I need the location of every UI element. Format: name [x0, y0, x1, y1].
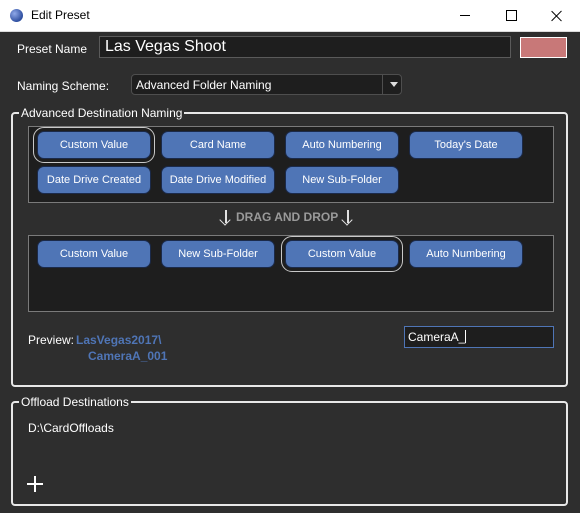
maximize-icon [505, 10, 517, 21]
token-date-drive-created[interactable]: Date Drive Created [37, 166, 151, 194]
dropdown-divider [382, 75, 383, 94]
advanced-naming-group: Advanced Destination Naming Custom Value… [11, 105, 568, 387]
arrow-down-icon [220, 210, 232, 224]
advanced-naming-legend: Advanced Destination Naming [19, 105, 185, 121]
arrow-down-icon [342, 210, 354, 224]
naming-scheme-value: Advanced Folder Naming [136, 78, 272, 92]
token-card-name[interactable]: Card Name [161, 131, 275, 159]
preset-color-swatch[interactable] [520, 37, 567, 58]
token-new-sub-folder[interactable]: New Sub-Folder [285, 166, 399, 194]
preset-name-label: Preset Name [17, 42, 88, 56]
token-date-drive-modified[interactable]: Date Drive Modified [161, 166, 275, 194]
token-todays-date[interactable]: Today's Date [409, 131, 523, 159]
add-destination-icon[interactable] [27, 476, 43, 492]
app-icon [10, 9, 23, 22]
naming-scheme-dropdown[interactable]: Advanced Folder Naming [131, 74, 402, 95]
close-button[interactable] [534, 0, 580, 31]
preset-name-input[interactable]: Las Vegas Shoot [99, 36, 511, 58]
dest-token-new-sub-folder[interactable]: New Sub-Folder [161, 240, 275, 268]
naming-scheme-label: Naming Scheme: [17, 79, 110, 93]
dest-token-auto-numbering[interactable]: Auto Numbering [409, 240, 523, 268]
close-icon [551, 10, 563, 22]
text-caret [465, 330, 467, 343]
preview-path-line1: LasVegas2017\ [76, 333, 162, 347]
source-tokens-panel: Custom Value Card Name Auto Numbering To… [28, 126, 554, 203]
dest-token-custom-value-selected[interactable]: Custom Value [281, 236, 403, 272]
preview-path-line2: CameraA_001 [88, 349, 168, 363]
dest-token-custom-value[interactable]: Custom Value [37, 240, 151, 268]
window-title: Edit Preset [31, 8, 90, 22]
token-auto-numbering[interactable]: Auto Numbering [285, 131, 399, 159]
offload-destination-item[interactable]: D:\CardOffloads [28, 421, 114, 435]
title-bar: Edit Preset [0, 0, 580, 32]
drag-and-drop-label: DRAG AND DROP [236, 210, 339, 224]
preview-label: Preview: [28, 333, 75, 347]
minimize-button[interactable] [442, 0, 488, 31]
custom-value-text: CameraA_ [408, 330, 466, 344]
offload-destinations-legend: Offload Destinations [19, 394, 131, 410]
destination-tokens-panel[interactable]: Custom Value New Sub-Folder Custom Value… [28, 235, 554, 312]
drag-and-drop-hint: DRAG AND DROP [220, 210, 354, 224]
maximize-button[interactable] [488, 0, 534, 31]
offload-destinations-group: Offload Destinations D:\CardOffloads [11, 394, 568, 506]
minimize-icon [460, 15, 470, 16]
custom-value-input[interactable]: CameraA_ [404, 326, 554, 348]
chevron-down-icon[interactable] [390, 82, 398, 87]
token-custom-value[interactable]: Custom Value [33, 127, 155, 163]
